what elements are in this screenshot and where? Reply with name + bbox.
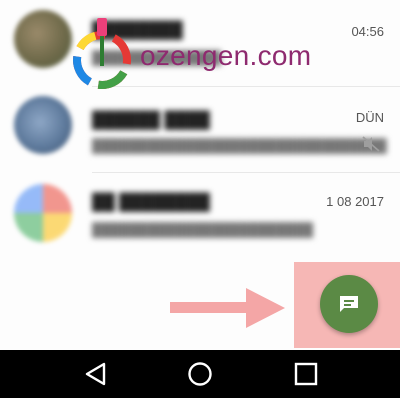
chat-name: ██ ████████ [92, 194, 210, 211]
watermark-logo: ozengen.com [72, 18, 342, 98]
home-icon[interactable] [186, 360, 214, 388]
avatar[interactable] [14, 184, 72, 242]
new-chat-button[interactable] [320, 275, 378, 333]
avatar[interactable] [14, 10, 72, 68]
watermark-text: ozengen.com [140, 40, 312, 71]
divider [92, 172, 400, 173]
navigation-bar [0, 350, 400, 398]
back-icon[interactable] [82, 360, 110, 388]
muted-speaker-icon [362, 136, 380, 152]
power-logo-icon [73, 18, 131, 89]
chat-row[interactable]: ██ ████████ ████████████████████████ 1 0… [0, 176, 400, 258]
chat-preview: ████████████████████████ [92, 222, 314, 237]
chat-preview: ████████████████████████████████ [92, 138, 387, 153]
chat-time: DÜN [355, 110, 384, 125]
chat-time: 1 08 2017 [326, 194, 384, 209]
new-chat-icon [340, 296, 358, 312]
chat-time: 04:56 [351, 24, 384, 39]
chat-row[interactable]: ██████ ████ ████████████████████████████… [0, 90, 400, 172]
recent-apps-icon[interactable] [292, 360, 320, 388]
chat-name: ██████ ████ [92, 112, 210, 129]
avatar[interactable] [14, 96, 72, 154]
arrow-right-icon [170, 288, 285, 328]
